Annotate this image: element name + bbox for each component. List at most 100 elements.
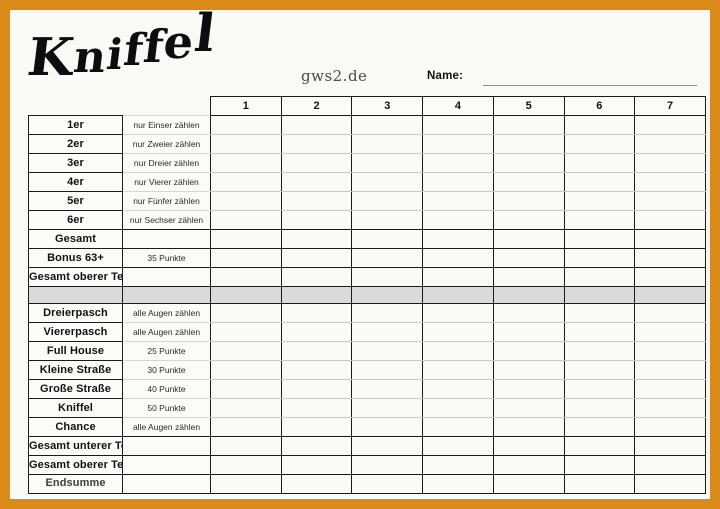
score-cell[interactable] (351, 341, 424, 361)
score-cell[interactable] (564, 303, 636, 323)
score-cell[interactable] (210, 153, 282, 173)
score-cell[interactable] (281, 134, 353, 154)
score-cell[interactable] (564, 379, 636, 399)
score-cell[interactable] (634, 191, 706, 211)
score-cell[interactable] (493, 398, 565, 418)
score-cell[interactable] (493, 417, 565, 437)
score-cell[interactable] (564, 474, 636, 494)
score-cell[interactable] (564, 210, 636, 230)
score-cell[interactable] (422, 474, 494, 494)
column-header-4[interactable]: 4 (422, 96, 494, 116)
score-cell[interactable] (493, 191, 565, 211)
score-cell[interactable] (351, 379, 424, 399)
score-cell[interactable] (493, 210, 565, 230)
score-cell[interactable] (210, 191, 282, 211)
score-cell[interactable] (564, 191, 636, 211)
score-cell[interactable] (634, 417, 706, 437)
score-cell[interactable] (422, 191, 494, 211)
score-cell[interactable] (351, 134, 424, 154)
score-cell[interactable] (281, 474, 353, 494)
score-cell[interactable] (634, 134, 706, 154)
score-cell[interactable] (351, 322, 424, 342)
score-cell[interactable] (210, 248, 282, 268)
score-cell[interactable] (634, 153, 706, 173)
score-cell[interactable] (634, 398, 706, 418)
score-cell[interactable] (634, 115, 706, 135)
score-cell[interactable] (493, 455, 565, 475)
score-cell[interactable] (493, 360, 565, 380)
score-cell[interactable] (281, 398, 353, 418)
column-header-7[interactable]: 7 (634, 96, 706, 116)
score-cell[interactable] (634, 455, 706, 475)
score-cell[interactable] (422, 248, 494, 268)
score-cell[interactable] (422, 398, 494, 418)
score-cell[interactable] (422, 341, 494, 361)
score-cell[interactable] (281, 115, 353, 135)
score-cell[interactable] (564, 436, 636, 456)
score-cell[interactable] (281, 379, 353, 399)
score-cell[interactable] (564, 417, 636, 437)
score-cell[interactable] (210, 210, 282, 230)
score-cell[interactable] (351, 455, 424, 475)
score-cell[interactable] (564, 134, 636, 154)
score-cell[interactable] (634, 248, 706, 268)
score-cell[interactable] (210, 115, 282, 135)
score-cell[interactable] (422, 417, 494, 437)
score-cell[interactable] (351, 153, 424, 173)
score-cell[interactable] (351, 360, 424, 380)
score-cell[interactable] (634, 172, 706, 192)
score-cell[interactable] (281, 341, 353, 361)
score-cell[interactable] (634, 267, 706, 287)
score-cell[interactable] (422, 134, 494, 154)
score-cell[interactable] (210, 322, 282, 342)
score-cell[interactable] (351, 417, 424, 437)
score-cell[interactable] (564, 115, 636, 135)
score-cell[interactable] (351, 229, 424, 249)
score-cell[interactable] (281, 229, 353, 249)
score-cell[interactable] (210, 134, 282, 154)
score-cell[interactable] (210, 172, 282, 192)
score-cell[interactable] (564, 248, 636, 268)
score-cell[interactable] (351, 436, 424, 456)
score-cell[interactable] (422, 303, 494, 323)
score-cell[interactable] (493, 115, 565, 135)
score-cell[interactable] (493, 172, 565, 192)
score-cell[interactable] (422, 267, 494, 287)
score-cell[interactable] (351, 303, 424, 323)
score-cell[interactable] (210, 267, 282, 287)
score-cell[interactable] (210, 341, 282, 361)
score-cell[interactable] (564, 322, 636, 342)
score-cell[interactable] (493, 134, 565, 154)
score-cell[interactable] (281, 191, 353, 211)
score-cell[interactable] (422, 229, 494, 249)
score-cell[interactable] (281, 303, 353, 323)
score-cell[interactable] (493, 379, 565, 399)
score-cell[interactable] (351, 474, 424, 494)
score-cell[interactable] (351, 398, 424, 418)
score-cell[interactable] (634, 341, 706, 361)
score-cell[interactable] (493, 229, 565, 249)
score-cell[interactable] (422, 379, 494, 399)
score-cell[interactable] (210, 379, 282, 399)
score-cell[interactable] (422, 172, 494, 192)
score-cell[interactable] (422, 360, 494, 380)
score-cell[interactable] (351, 172, 424, 192)
score-cell[interactable] (281, 267, 353, 287)
score-cell[interactable] (351, 248, 424, 268)
score-cell[interactable] (493, 267, 565, 287)
score-cell[interactable] (564, 341, 636, 361)
score-cell[interactable] (493, 436, 565, 456)
score-cell[interactable] (634, 360, 706, 380)
column-header-1[interactable]: 1 (210, 96, 282, 116)
score-cell[interactable] (281, 248, 353, 268)
score-cell[interactable] (210, 360, 282, 380)
score-cell[interactable] (351, 210, 424, 230)
score-cell[interactable] (422, 455, 494, 475)
score-cell[interactable] (564, 172, 636, 192)
score-cell[interactable] (422, 210, 494, 230)
score-cell[interactable] (493, 153, 565, 173)
score-cell[interactable] (564, 229, 636, 249)
score-cell[interactable] (634, 322, 706, 342)
score-cell[interactable] (564, 455, 636, 475)
score-cell[interactable] (351, 267, 424, 287)
